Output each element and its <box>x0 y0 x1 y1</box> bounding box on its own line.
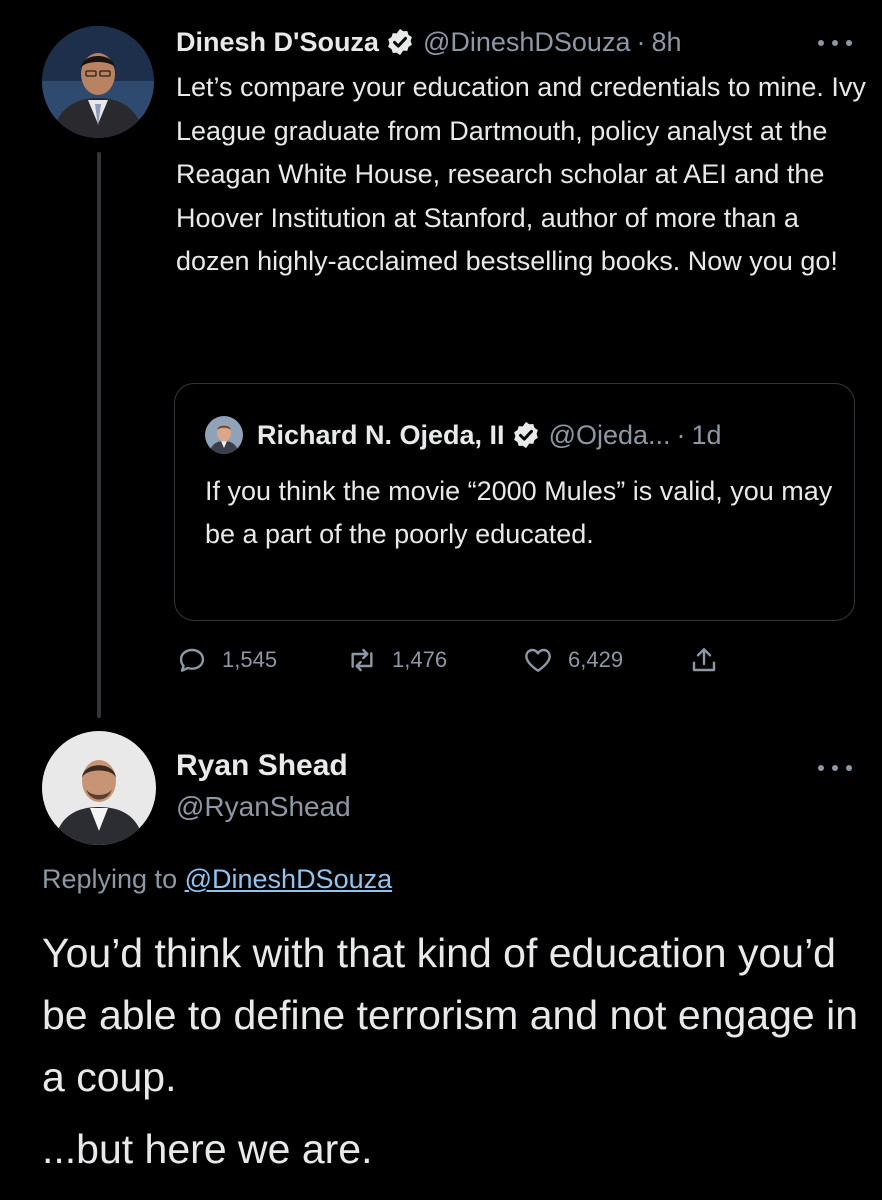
replying-to-handle-link[interactable]: @DineshDSouza <box>185 864 393 894</box>
reply-icon <box>179 648 205 672</box>
retweet-count: 1,476 <box>392 647 448 672</box>
author-handle[interactable]: @RyanShead <box>176 791 351 823</box>
tweet-text: Let’s compare your education and credent… <box>176 72 866 276</box>
retweet-icon <box>351 648 373 672</box>
separator-dot: · <box>636 26 646 57</box>
quoted-tweet-header: Richard N. Ojeda, II @Ojeda... · 1d <box>205 416 722 454</box>
tweet-text-second-paragraph: ...but here we are. <box>42 1126 373 1172</box>
like-count: 6,429 <box>568 647 624 672</box>
avatar-dinesh[interactable] <box>42 26 154 138</box>
share-button[interactable] <box>688 640 720 680</box>
share-icon <box>692 648 716 672</box>
quoted-tweet-time[interactable]: 1d <box>692 420 722 451</box>
reply-count: 1,545 <box>222 647 278 672</box>
like-button[interactable]: 6,429 <box>522 640 623 680</box>
author-handle[interactable]: @DineshDSouza <box>423 27 631 58</box>
tweet-text: You’d think with that kind of education … <box>42 930 858 1100</box>
avatar-ryan[interactable] <box>42 731 156 845</box>
heart-icon <box>525 648 551 672</box>
quoted-author-name[interactable]: Richard N. Ojeda, II <box>257 420 505 451</box>
retweet-button[interactable]: 1,476 <box>346 640 447 680</box>
tweet-time[interactable]: 8h <box>651 27 681 58</box>
avatar-ojeda <box>205 416 243 454</box>
replying-to-line: Replying to @DineshDSouza <box>42 864 392 895</box>
quoted-author-handle[interactable]: @Ojeda... <box>549 420 671 451</box>
verified-badge-icon <box>385 27 415 57</box>
separator-dot: · <box>676 419 686 450</box>
reply-button[interactable]: 1,545 <box>176 640 277 680</box>
thread-connector-line <box>97 152 101 718</box>
more-icon[interactable] <box>818 37 852 49</box>
quoted-tweet-text: If you think the movie “2000 Mules” is v… <box>205 476 833 549</box>
replying-to-label: Replying to <box>42 864 178 894</box>
author-name[interactable]: Ryan Shead <box>176 749 348 783</box>
tweet-header: Dinesh D'Souza @DineshDSouza · 8h <box>176 26 682 58</box>
verified-badge-icon <box>511 420 541 450</box>
more-icon[interactable] <box>818 762 852 774</box>
quoted-tweet[interactable]: Richard N. Ojeda, II @Ojeda... · 1d If y… <box>174 383 855 621</box>
author-name[interactable]: Dinesh D'Souza <box>176 27 379 58</box>
tweet-action-bar: 1,545 1,476 6,429 <box>176 640 776 680</box>
